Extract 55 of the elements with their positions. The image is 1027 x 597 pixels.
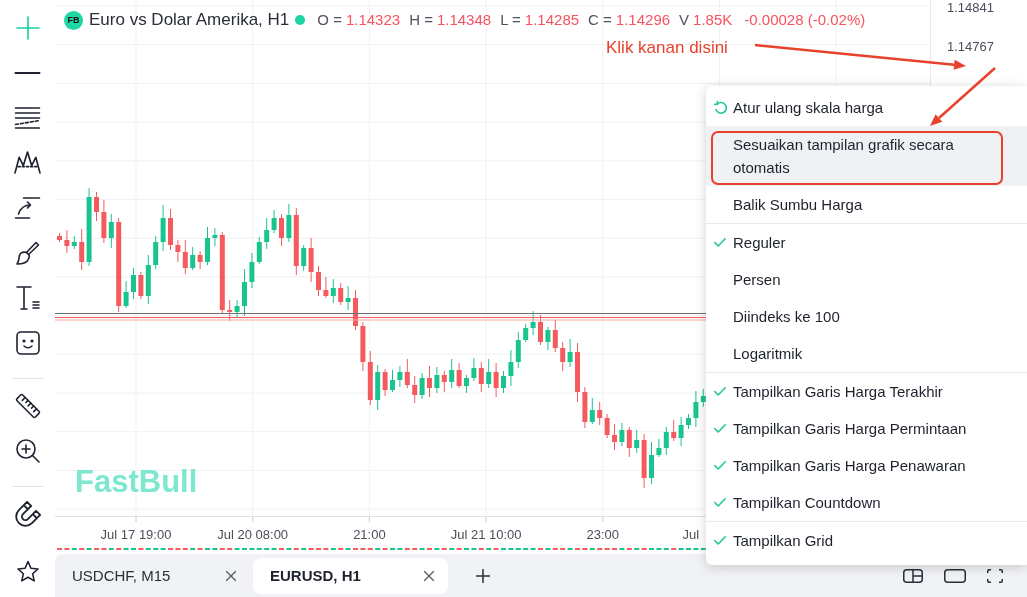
- close-icon[interactable]: [424, 570, 434, 581]
- chart-tab[interactable]: USDCHF, M15: [55, 557, 250, 594]
- time-label: 23:00: [586, 526, 620, 542]
- ohlc-value: 1.85K: [693, 10, 733, 30]
- price-label: 1.14767: [947, 39, 995, 54]
- ohlc-value: 1.14323: [345, 10, 401, 30]
- menu-item[interactable]: Balik Sumbu Harga: [706, 186, 1027, 223]
- menu-item[interactable]: Tampilkan Garis Harga Permintaan: [706, 410, 1027, 447]
- annotation-text: Klik kanan disini: [606, 37, 728, 59]
- ohlc-value: 1.14296: [615, 10, 671, 30]
- star-icon[interactable]: [15, 560, 40, 583]
- close-icon[interactable]: [226, 570, 236, 581]
- text-icon[interactable]: [15, 285, 40, 310]
- brush-icon[interactable]: [15, 240, 40, 265]
- menu-item[interactable]: Tampilkan Garis Harga Terakhir: [706, 373, 1027, 410]
- menu-item[interactable]: Diindeks ke 100: [706, 298, 1027, 335]
- menu-item[interactable]: Reguler: [706, 224, 1027, 261]
- ohlc-label: O =: [317, 10, 342, 30]
- time-label: Jul: [682, 526, 700, 542]
- menu-item[interactable]: Persen: [706, 261, 1027, 298]
- rectangle-icon[interactable]: [944, 568, 966, 583]
- smiley-icon[interactable]: [15, 330, 40, 355]
- horizontal-line-icon[interactable]: [15, 71, 40, 74]
- menu-item[interactable]: Logaritmik: [706, 335, 1027, 372]
- fullscreen-icon[interactable]: [987, 568, 1003, 583]
- price-change: -0.00028 (-0.02%): [744, 10, 866, 30]
- layout-icon[interactable]: [903, 568, 923, 583]
- chart-logo: FastBull: [75, 464, 198, 500]
- reset-icon: [714, 100, 728, 115]
- curved-arrow-icon[interactable]: [15, 196, 40, 219]
- menu-item[interactable]: Tampilkan Countdown: [706, 484, 1027, 521]
- ohlc-value: 1.14285: [524, 10, 580, 30]
- symbol-title: Euro vs Dolar Amerika, H1: [89, 10, 290, 30]
- time-label: Jul 17 19:00: [100, 526, 172, 542]
- ruler-icon[interactable]: [15, 393, 40, 418]
- chart-tab[interactable]: EURUSD, H1: [253, 557, 448, 594]
- menu-item[interactable]: Atur ulang skala harga: [706, 89, 1027, 126]
- plus-icon[interactable]: [476, 568, 490, 583]
- zigzag-peaks-icon[interactable]: [14, 151, 41, 174]
- symbol-logo: FB: [64, 10, 83, 30]
- ohlc-value: 1.14348: [436, 10, 492, 30]
- ohlc-label: C =: [588, 10, 612, 30]
- time-label: 21:00: [353, 526, 386, 542]
- magnet-icon[interactable]: [14, 500, 41, 527]
- menu-item[interactable]: Tampilkan Garis Harga Penawaran: [706, 447, 1027, 484]
- time-label: Jul 20 08:00: [217, 526, 289, 542]
- ohlc-label: V: [679, 10, 690, 30]
- ohlc-label: L =: [500, 10, 521, 30]
- price-label: 1.14841: [947, 0, 995, 15]
- parallel-lines-icon[interactable]: [15, 106, 40, 129]
- time-label: Jul 21 10:00: [450, 526, 522, 542]
- menu-item[interactable]: Tampilkan Grid: [706, 522, 1027, 559]
- ohlc-label: H =: [409, 10, 433, 30]
- zoom-in-icon[interactable]: [15, 438, 40, 463]
- menu-item[interactable]: Sesuaikan tampilan grafik secara otomatis: [706, 126, 1027, 186]
